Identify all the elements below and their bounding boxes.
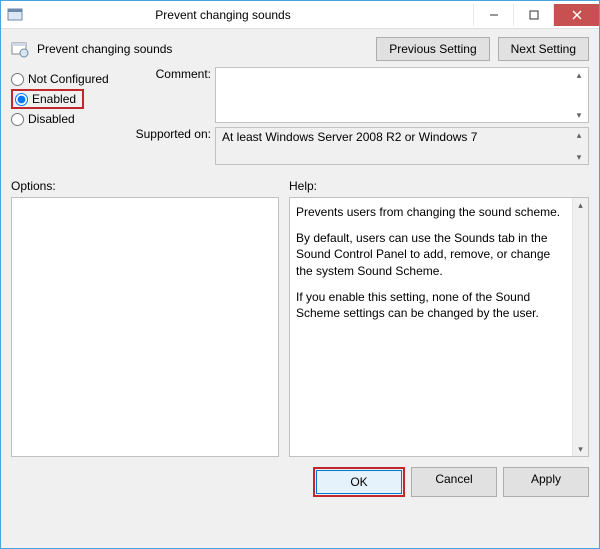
supported-on-field: At least Windows Server 2008 R2 or Windo… xyxy=(215,127,589,165)
ok-button[interactable]: OK xyxy=(316,470,402,494)
chevron-up-icon: ▴ xyxy=(578,198,583,212)
radio-not-configured[interactable]: Not Configured xyxy=(11,69,123,89)
chevron-down-icon: ▾ xyxy=(578,442,583,456)
chevron-down-icon: ▾ xyxy=(572,110,586,120)
help-paragraph: Prevents users from changing the sound s… xyxy=(296,204,570,220)
config-area: Not Configured Enabled Disabled Comment:… xyxy=(1,67,599,171)
radio-disabled-input[interactable] xyxy=(11,113,24,126)
help-panel: Prevents users from changing the sound s… xyxy=(289,197,589,457)
previous-setting-button[interactable]: Previous Setting xyxy=(376,37,489,61)
close-button[interactable] xyxy=(553,4,599,26)
help-scrollbar[interactable]: ▴ ▾ xyxy=(572,198,588,456)
supported-label: Supported on: xyxy=(129,127,215,141)
chevron-down-icon: ▾ xyxy=(572,152,586,162)
titlebar: Prevent changing sounds xyxy=(1,1,599,29)
help-paragraph: If you enable this setting, none of the … xyxy=(296,289,570,321)
radio-disabled[interactable]: Disabled xyxy=(11,109,123,129)
supported-row: Supported on: At least Windows Server 20… xyxy=(129,127,589,165)
app-icon xyxy=(7,7,23,23)
cancel-button[interactable]: Cancel xyxy=(411,467,497,497)
policy-title: Prevent changing sounds xyxy=(37,42,368,56)
radio-label: Disabled xyxy=(28,112,75,126)
minimize-button[interactable] xyxy=(473,4,513,26)
supported-on-value: At least Windows Server 2008 R2 or Windo… xyxy=(222,130,477,144)
maximize-button[interactable] xyxy=(513,4,553,26)
chevron-up-icon: ▴ xyxy=(572,70,586,80)
radio-enabled-input[interactable] xyxy=(15,93,28,106)
comment-input[interactable]: ▴ ▾ xyxy=(215,67,589,123)
options-panel xyxy=(11,197,279,457)
radio-group: Not Configured Enabled Disabled xyxy=(11,67,123,165)
next-setting-button[interactable]: Next Setting xyxy=(498,37,589,61)
radio-label: Enabled xyxy=(32,92,76,106)
chevron-up-icon: ▴ xyxy=(572,130,586,140)
scrollbar-icon: ▴ ▾ xyxy=(572,70,586,120)
policy-editor-window: Prevent changing sounds Prevent changing… xyxy=(0,0,600,549)
options-label: Options: xyxy=(11,179,279,193)
highlight-enabled: Enabled xyxy=(11,89,84,109)
radio-not-configured-input[interactable] xyxy=(11,73,24,86)
header-row: Prevent changing sounds Previous Setting… xyxy=(1,29,599,67)
panes: Prevents users from changing the sound s… xyxy=(1,197,599,457)
panel-labels: Options: Help: xyxy=(1,171,599,197)
comment-row: Comment: ▴ ▾ xyxy=(129,67,589,123)
window-title: Prevent changing sounds xyxy=(23,8,473,22)
help-label: Help: xyxy=(289,179,317,193)
footer-buttons: OK Cancel Apply xyxy=(1,457,599,507)
radio-label: Not Configured xyxy=(28,72,109,86)
right-column: Comment: ▴ ▾ Supported on: At least Wind… xyxy=(129,67,589,165)
highlight-ok: OK xyxy=(313,467,405,497)
help-paragraph: By default, users can use the Sounds tab… xyxy=(296,230,570,279)
scrollbar-icon: ▴ ▾ xyxy=(572,130,586,162)
apply-button[interactable]: Apply xyxy=(503,467,589,497)
policy-icon xyxy=(11,40,29,58)
comment-label: Comment: xyxy=(129,67,215,81)
